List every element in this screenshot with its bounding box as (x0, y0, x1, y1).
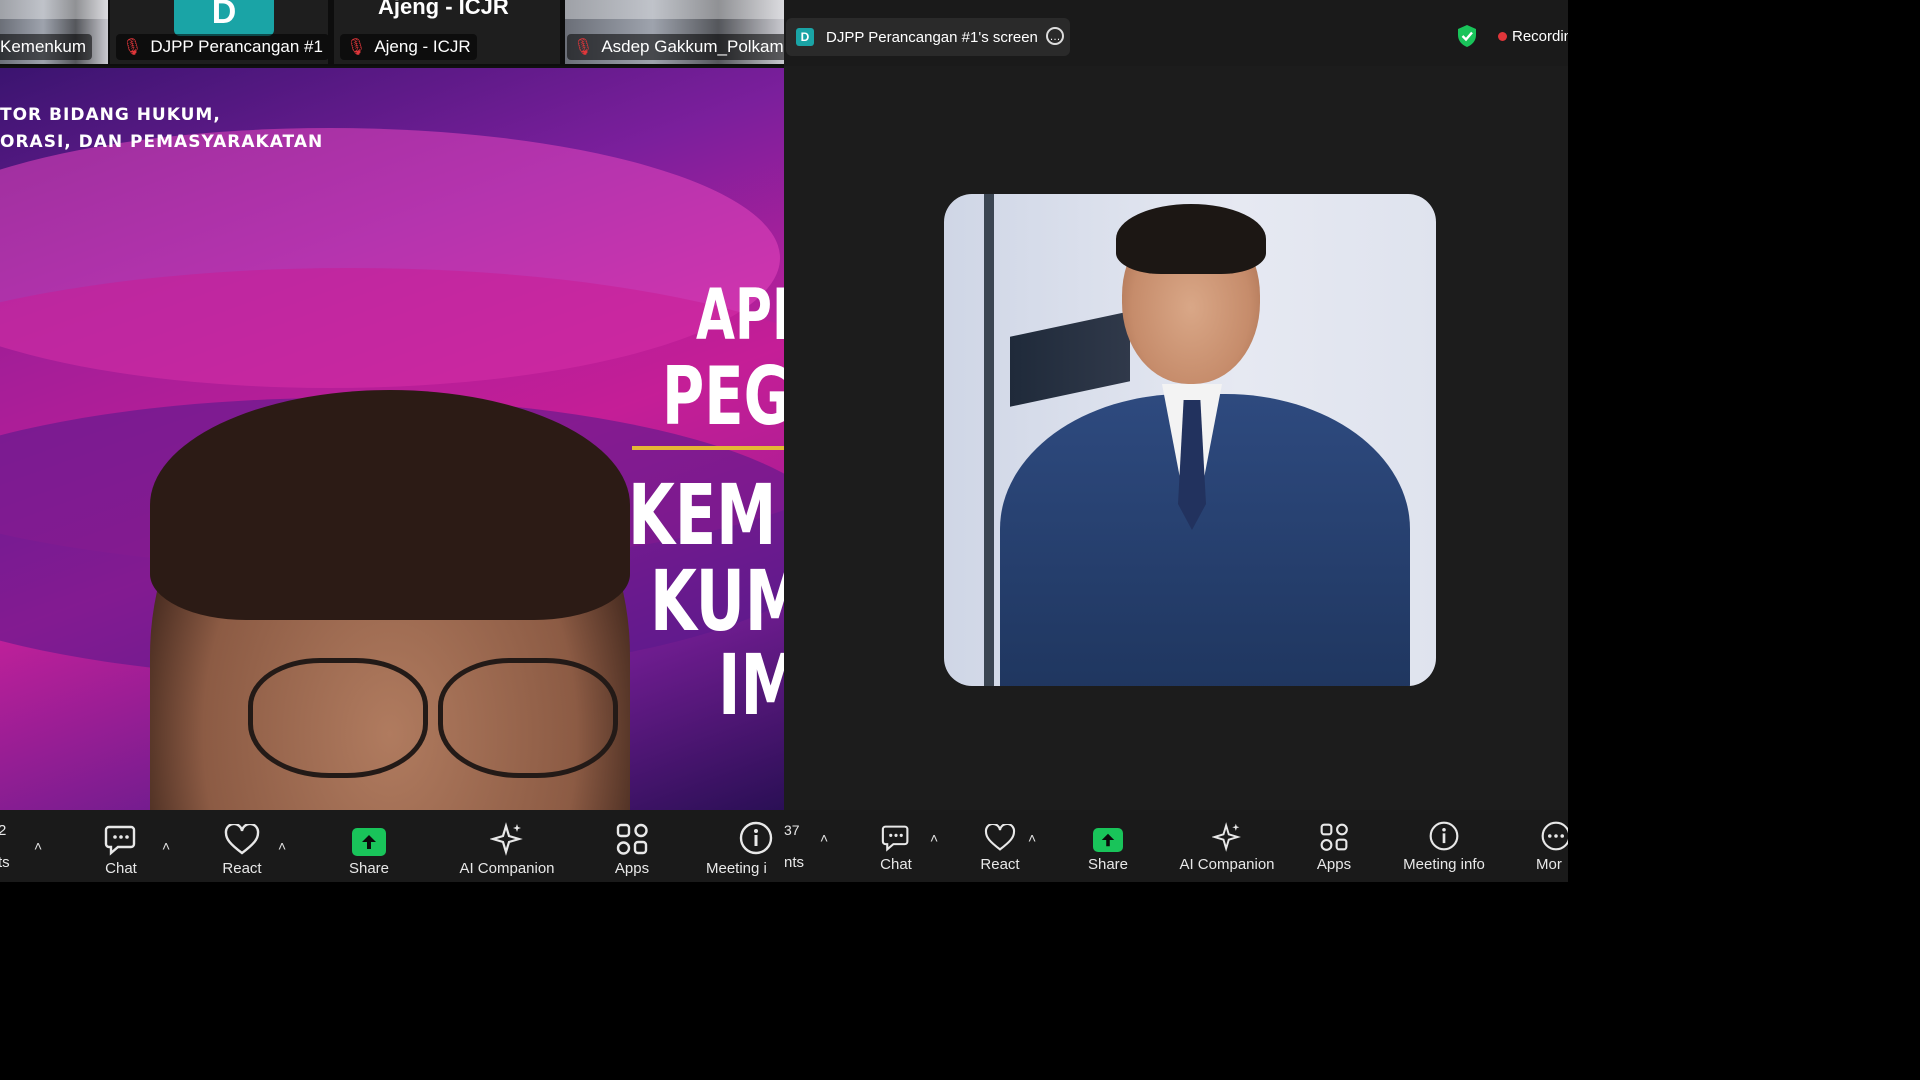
participant-name: 🎙︎ DJPP Perancangan #1 (116, 34, 328, 60)
person-hair (1116, 204, 1266, 274)
thumbnail-ajeng[interactable]: Ajeng - ICJR 🎙︎ Ajeng - ICJR (334, 0, 560, 64)
speaker-hair (150, 390, 630, 620)
apps-icon (616, 823, 648, 855)
chat-label: Chat (880, 856, 912, 873)
react-label: React (222, 860, 262, 877)
ai-companion-button[interactable]: AI Companion (448, 810, 566, 882)
avatar: D (174, 0, 274, 36)
chevron-up-icon[interactable]: ˄ (1028, 830, 1036, 846)
more-label: Mor (1536, 856, 1562, 873)
heart-icon (984, 824, 1016, 851)
apps-icon (1320, 823, 1348, 851)
recording-dot-icon (1498, 32, 1507, 41)
share-button[interactable]: Share (1086, 810, 1130, 882)
screen-share-indicator[interactable]: D DJPP Perancangan #1's screen … (786, 18, 1070, 56)
share-icon (352, 828, 386, 856)
participants-button[interactable]: 2 ts (0, 810, 14, 882)
slide-title-line: PEG (662, 350, 784, 443)
chevron-up-icon[interactable]: ˄ (930, 830, 938, 846)
participant-display-name: Ajeng - ICJR (378, 0, 509, 19)
ai-companion-label: AI Companion (459, 860, 555, 877)
chevron-up-icon[interactable]: ˄ (278, 838, 286, 854)
security-shield-icon[interactable] (1456, 24, 1478, 48)
recording-indicator[interactable]: Recordin (1498, 28, 1568, 45)
more-button[interactable]: Mor (1536, 810, 1568, 882)
right-meeting-window: D DJPP Perancangan #1's screen … Recordi… (784, 0, 1568, 882)
chevron-up-icon[interactable]: ˄ (820, 830, 828, 846)
shared-photo (944, 194, 1436, 686)
chevron-up-icon[interactable]: ˄ (162, 838, 170, 854)
mic-muted-icon: 🎙︎ (122, 39, 143, 56)
react-label: React (980, 856, 1020, 873)
meeting-toolbar: 37 nts ˄ Chat ˄ React ˄ Share AI Compani… (784, 810, 1568, 882)
glasses-right-lens (438, 658, 618, 778)
more-options-icon[interactable]: … (1046, 27, 1064, 45)
participant-thumbnail-strip: Kemenkum D 🎙︎ DJPP Perancangan #1 Ajeng … (0, 0, 784, 66)
participant-name-label: Ajeng - ICJR (374, 37, 471, 56)
active-speaker-video: TOR BIDANG HUKUM, ORASI, DAN PEMASYARAKA… (0, 68, 784, 810)
meeting-toolbar: 2 ts ˄ Chat ˄ React ˄ Share AI Companion… (0, 810, 784, 882)
slide-subtitle: TOR BIDANG HUKUM, ORASI, DAN PEMASYARAKA… (0, 105, 324, 152)
apps-label: Apps (614, 860, 650, 877)
meeting-info-label: Meeting i (706, 860, 767, 877)
participants-count: 2 (0, 821, 7, 839)
chat-button[interactable]: Chat (94, 810, 148, 882)
react-button[interactable]: React (978, 810, 1022, 882)
react-button[interactable]: React (214, 810, 270, 882)
slide-divider (632, 446, 784, 450)
participant-name-label: Kemenkum (0, 37, 86, 56)
heart-icon (224, 824, 260, 855)
apps-button[interactable]: Apps (1316, 810, 1352, 882)
participant-name-label: Asdep Gakkum_Polkam (601, 37, 784, 56)
meeting-info-label: Meeting info (1403, 856, 1485, 873)
mic-muted-icon: 🎙︎ (573, 39, 594, 56)
participant-name-label: DJPP Perancangan #1 (150, 37, 323, 56)
avatar-letter: D (211, 0, 237, 31)
door-frame (984, 194, 994, 686)
glasses-left-lens (248, 658, 428, 778)
meeting-info-button[interactable]: Meeting info (1398, 810, 1490, 882)
share-label: Share (348, 860, 390, 877)
chat-icon (881, 825, 909, 852)
apps-label: Apps (1316, 856, 1352, 873)
slide-title-line: APE (696, 274, 784, 356)
participant-name: Kemenkum (0, 34, 92, 60)
more-icon (1541, 821, 1568, 851)
participants-button[interactable]: 37 nts (784, 810, 806, 882)
info-icon (739, 821, 773, 855)
share-label: Share (1087, 856, 1129, 873)
participants-label: ts (0, 854, 10, 871)
meeting-info-button[interactable]: Meeting i (706, 810, 784, 882)
chat-icon (104, 825, 136, 856)
left-meeting-window: Kemenkum D 🎙︎ DJPP Perancangan #1 Ajeng … (0, 0, 784, 882)
thumbnail-asdep[interactable]: 🎙︎ Asdep Gakkum_Polkam (565, 0, 784, 64)
slide-title-line: IM (718, 636, 784, 734)
share-icon (1093, 828, 1123, 852)
chevron-up-icon[interactable]: ˄ (34, 838, 42, 854)
apps-button[interactable]: Apps (610, 810, 654, 882)
participant-name: 🎙︎ Asdep Gakkum_Polkam (567, 34, 784, 60)
thumbnail-kemenkum[interactable]: Kemenkum (0, 0, 108, 64)
sparkle-icon (490, 822, 523, 856)
flag (1010, 311, 1130, 407)
info-icon (1429, 821, 1459, 851)
sparkle-icon (1212, 822, 1241, 852)
sharer-avatar: D (796, 28, 814, 46)
screen-share-label: DJPP Perancangan #1's screen (826, 28, 1038, 46)
share-button[interactable]: Share (342, 810, 396, 882)
participant-name: 🎙︎ Ajeng - ICJR (340, 34, 477, 60)
chat-label: Chat (105, 860, 137, 877)
mic-muted-icon: 🎙︎ (346, 39, 367, 56)
participants-count: 37 (784, 822, 800, 838)
thumbnail-djpp[interactable]: D 🎙︎ DJPP Perancangan #1 (110, 0, 328, 64)
chat-button[interactable]: Chat (876, 810, 916, 882)
ai-companion-label: AI Companion (1179, 856, 1275, 873)
recording-label: Recordin (1512, 28, 1568, 45)
ai-companion-button[interactable]: AI Companion (1178, 810, 1276, 882)
slide-title-line: KEM (628, 466, 777, 564)
participants-label: nts (784, 854, 805, 871)
